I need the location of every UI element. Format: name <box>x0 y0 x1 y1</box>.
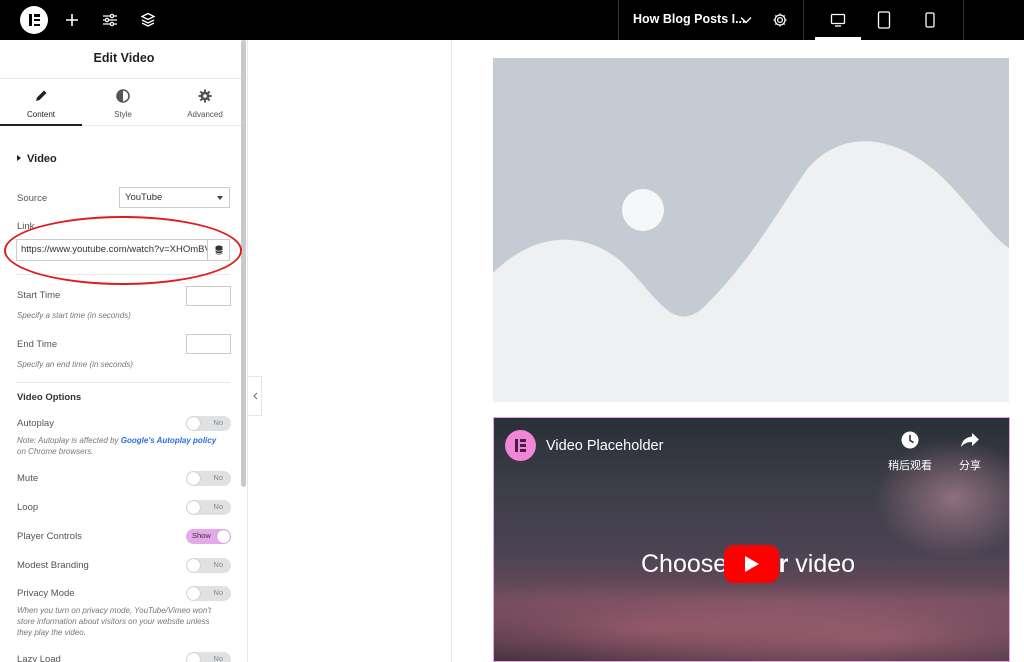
divider <box>16 274 230 275</box>
top-bar: How Blog Posts I... <box>0 0 1024 40</box>
autoplay-toggle[interactable]: No <box>186 416 231 431</box>
player-controls-toggle[interactable]: Show <box>186 529 231 544</box>
tab-label: Advanced <box>187 110 223 119</box>
youtube-play-button[interactable] <box>724 545 779 583</box>
start-time-note: Specify a start time (in seconds) <box>17 311 131 320</box>
mobile-icon[interactable] <box>918 8 942 32</box>
desktop-icon[interactable] <box>826 8 850 32</box>
separator <box>803 0 804 40</box>
column-guide <box>451 40 452 662</box>
share-button[interactable]: 分享 <box>959 430 981 473</box>
dropdown-arrow-icon <box>217 196 223 200</box>
privacy-mode-label: Privacy Mode <box>17 588 75 599</box>
separator <box>618 0 619 40</box>
elementor-logo-icon[interactable] <box>20 6 48 34</box>
sliders-icon[interactable] <box>98 8 122 32</box>
gear-icon <box>198 89 212 103</box>
autoplay-policy-link[interactable]: Google's Autoplay policy <box>121 436 216 445</box>
loop-toggle[interactable]: No <box>186 500 231 515</box>
end-time-note: Specify an end time (in seconds) <box>17 360 134 369</box>
panel-title: Edit Video <box>93 51 155 65</box>
mute-label: Mute <box>17 473 39 484</box>
clock-icon <box>901 431 919 449</box>
modest-branding-toggle[interactable]: No <box>186 558 231 573</box>
video-widget[interactable]: Video Placeholder 稍后观看 分享 Choose your vi… <box>493 417 1010 662</box>
tab-label: Content <box>26 110 56 119</box>
play-icon <box>744 556 759 572</box>
autoplay-label: Autoplay <box>17 418 54 429</box>
tab-label: Style <box>114 110 132 119</box>
elementor-logo-icon <box>505 430 536 461</box>
document-title[interactable]: How Blog Posts I... <box>633 12 746 26</box>
link-input[interactable]: https://www.youtube.com/watch?v=XHOmBV4j… <box>16 239 208 261</box>
panel-collapse-button[interactable] <box>248 376 262 416</box>
dynamic-tags-button[interactable] <box>207 239 230 261</box>
chevron-left-icon <box>252 392 257 400</box>
watch-later-button[interactable]: 稍后观看 <box>888 430 932 473</box>
gear-icon[interactable] <box>768 8 792 32</box>
image-placeholder[interactable] <box>493 58 1009 402</box>
half-circle-icon <box>116 89 130 103</box>
autoplay-note: Note: Autoplay is affected by Google's A… <box>17 436 217 456</box>
tab-content[interactable]: Content <box>0 79 82 126</box>
modest-branding-label: Modest Branding <box>17 560 89 571</box>
tab-style[interactable]: Style <box>82 79 164 126</box>
source-label: Source <box>17 193 48 204</box>
tab-advanced[interactable]: Advanced <box>164 79 246 126</box>
share-icon <box>961 433 979 447</box>
chevron-down-icon[interactable] <box>734 8 758 32</box>
panel-scrollbar[interactable] <box>241 40 246 487</box>
editor-panel: Edit Video Content Style Advanced Video … <box>0 40 248 662</box>
privacy-mode-note: When you turn on privacy mode, YouTube/V… <box>17 606 212 637</box>
panel-tabs: Content Style Advanced <box>0 78 247 126</box>
source-select[interactable]: YouTube <box>119 187 230 208</box>
start-time-label: Start Time <box>17 290 61 301</box>
video-title[interactable]: Video Placeholder <box>546 438 663 454</box>
database-icon <box>214 245 223 255</box>
player-controls-label: Player Controls <box>17 531 82 542</box>
privacy-mode-toggle[interactable]: No <box>186 586 231 601</box>
image-placeholder-icon <box>493 141 1009 402</box>
start-time-input[interactable] <box>186 286 231 306</box>
caret-right-icon <box>17 155 21 161</box>
end-time-input[interactable] <box>186 334 231 354</box>
lazy-load-label: Lazy Load <box>17 654 61 662</box>
pencil-icon <box>36 90 47 101</box>
plus-icon[interactable] <box>60 8 84 32</box>
end-time-label: End Time <box>17 339 58 350</box>
mute-toggle[interactable]: No <box>186 471 231 486</box>
section-video-header[interactable]: Video <box>17 153 57 165</box>
separator <box>963 0 964 40</box>
lazy-load-toggle[interactable]: No <box>186 652 231 662</box>
loop-label: Loop <box>17 502 39 513</box>
tablet-icon[interactable] <box>872 8 896 32</box>
video-options-heading: Video Options <box>17 392 82 403</box>
divider <box>16 382 230 383</box>
layers-icon[interactable] <box>136 8 160 32</box>
link-label: Link <box>17 221 35 232</box>
